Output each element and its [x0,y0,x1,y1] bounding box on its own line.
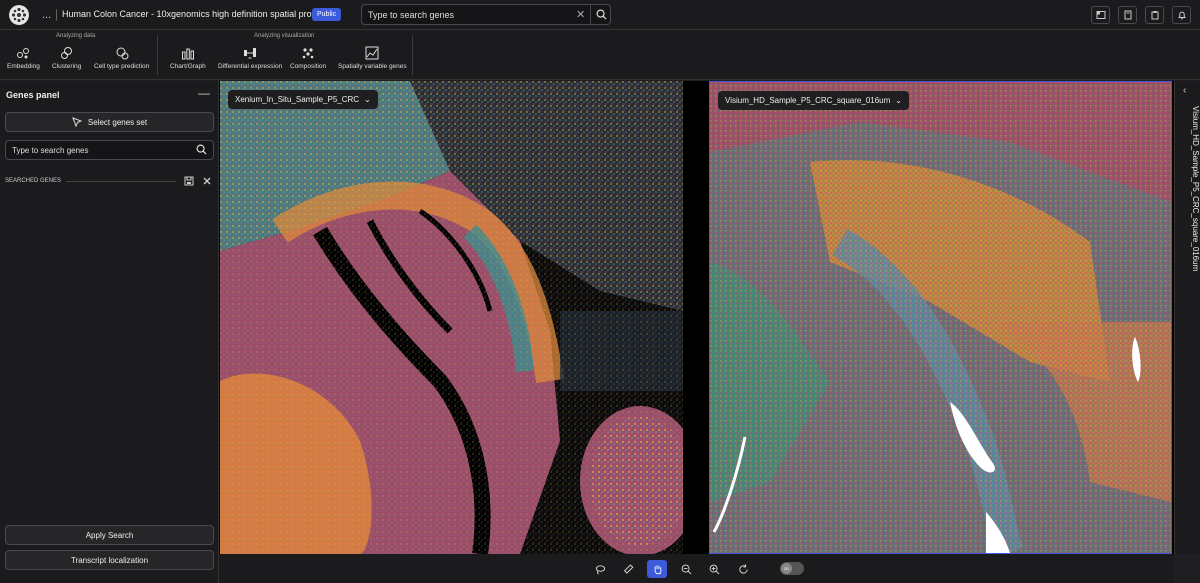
reset-icon [738,563,748,574]
tool-label: Cell type prediction [94,63,150,70]
chevron-left-icon[interactable]: ‹ [1183,85,1186,96]
analysis-toolbar: Analyzing data Analyzing visualization E… [0,30,1200,80]
differential-expression-button[interactable]: Differential expression [218,45,282,70]
pan-button[interactable] [647,560,667,578]
select-genes-set-button[interactable]: Select genes set [5,112,214,132]
left-sample-label: Xenium_In_Situ_Sample_P5_CRC [235,95,360,104]
lasso-button[interactable] [590,560,610,578]
chart-icon [181,48,194,60]
panel-gene-search-input[interactable] [12,144,192,157]
document-button[interactable] [1118,6,1137,24]
reset-button[interactable] [733,560,753,578]
genes-panel: Genes panel — Select genes set SEARCHED … [0,81,219,583]
select-genes-label: Select genes set [87,117,148,127]
chart-graph-button[interactable]: Chart/Graph [170,45,206,70]
clustering-button[interactable]: Clustering [52,45,81,70]
spatially-variable-genes-button[interactable]: Spatially variable genes [338,45,407,70]
chevron-down-icon: ⌄ [895,96,902,105]
clipboard-button[interactable] [1145,6,1164,24]
search-icon[interactable] [196,144,207,155]
left-sample-selector[interactable]: Xenium_In_Situ_Sample_P5_CRC ⌄ [228,90,378,109]
layout-button[interactable] [1091,6,1110,24]
close-icon[interactable] [202,176,212,186]
zoom-out-button[interactable] [676,560,696,578]
gene-search-input[interactable] [368,8,568,22]
project-title: Human Colon Cancer - 10xgenomics high de… [62,9,331,19]
tool-label: Clustering [52,63,82,70]
minimize-icon[interactable]: — [198,86,210,100]
viewer-controls: 2D [219,554,1174,583]
hand-icon [654,564,661,574]
ruler-button[interactable] [618,560,638,578]
composition-icon [302,48,314,59]
group-label-visualization: Analyzing visualization [254,33,315,39]
toolbar-divider [157,35,158,75]
panel-title: Genes panel [6,90,60,100]
xenium-tissue-image [220,81,683,554]
chevron-down-icon: ⌄ [364,95,371,104]
app-logo[interactable] [9,5,29,25]
visium-view[interactable]: Visium_HD_Sample_P5_CRC_square_016um ⌄ [709,81,1172,554]
apply-search-button[interactable]: Apply Search [5,525,214,545]
xenium-view[interactable]: Xenium_In_Situ_Sample_P5_CRC ⌄ [220,81,683,554]
spatial-viewer: Xenium_In_Situ_Sample_P5_CRC ⌄ Visium_HD… [219,81,1200,554]
ruler-icon [623,563,633,574]
zoom-out-icon [681,564,691,574]
searched-genes-label: SEARCHED GENES [5,178,62,184]
tool-label: Differential expression [218,63,283,70]
gene-search: ✕ [361,4,611,25]
zoom-in-icon [709,564,719,574]
right-panel: ‹ Visium_HD_Sample_P5_CRC_square_016um [1174,81,1200,554]
dimension-toggle[interactable]: 2D [780,562,804,575]
right-panel-label: Visium_HD_Sample_P5_CRC_square_016um [1191,106,1200,272]
top-bar: ... | Human Colon Cancer - 10xgenomics h… [0,0,1200,30]
toolbar-divider [412,35,413,75]
transcript-localization-button[interactable]: Transcript localization [5,550,214,570]
group-label-data: Analyzing data [56,33,96,39]
search-icon [596,9,607,20]
embedding-icon [17,48,30,59]
composition-button[interactable]: Composition [290,45,326,70]
spatial-genes-icon [365,46,379,60]
zoom-in-button[interactable] [704,560,724,578]
divider [66,181,176,182]
tool-label: Embedding [7,63,40,70]
panel-gene-search [5,140,214,160]
differential-icon [244,48,257,59]
breadcrumb-more[interactable]: ... [42,9,51,21]
layout-icon [1096,11,1105,19]
embedding-button[interactable]: Embedding [7,45,40,70]
right-sample-label: Visium_HD_Sample_P5_CRC_square_016um [725,96,891,105]
cursor-icon [72,117,82,127]
cell-type-icon [116,47,129,60]
search-button[interactable] [590,5,611,24]
document-icon [1124,10,1131,20]
tool-label: Spatially variable genes [338,63,407,70]
bell-icon [1177,11,1186,20]
right-sample-selector[interactable]: Visium_HD_Sample_P5_CRC_square_016um ⌄ [718,91,909,110]
dimension-label: 2D [781,563,792,574]
visium-tissue-image [710,82,1171,553]
clustering-icon [60,47,72,59]
lasso-icon [595,564,605,574]
notification-button[interactable] [1172,6,1191,24]
clear-icon[interactable]: ✕ [576,8,585,21]
tool-label: Chart/Graph [170,63,206,70]
tool-label: Composition [290,63,327,70]
public-badge: Public [312,8,342,21]
breadcrumb-separator: | [55,7,59,21]
cell-type-prediction-button[interactable]: Cell type prediction [94,45,149,70]
save-icon[interactable] [184,176,194,186]
clipboard-icon [1151,11,1158,20]
